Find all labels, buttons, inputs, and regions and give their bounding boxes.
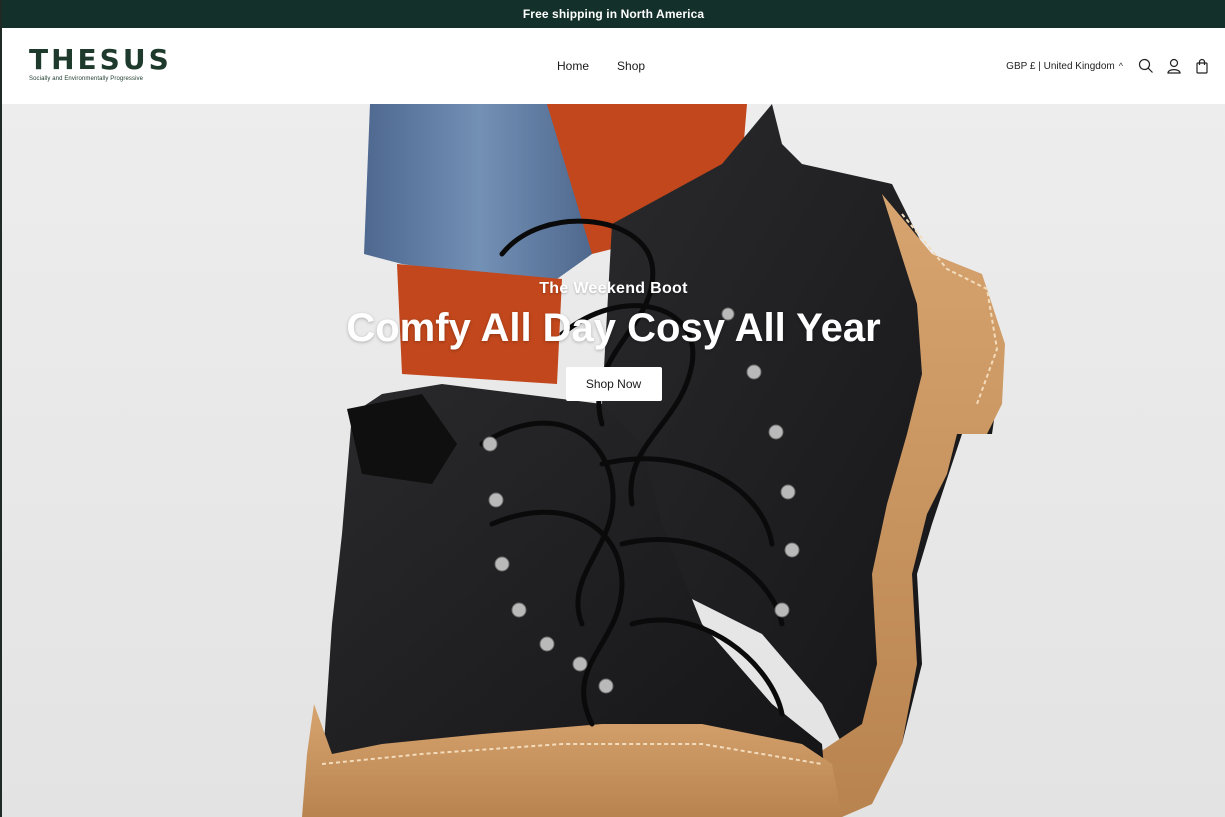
account-icon[interactable]	[1165, 57, 1183, 75]
announcement-bar: Free shipping in North America	[2, 0, 1225, 28]
announcement-text: Free shipping in North America	[522, 7, 705, 21]
hero-content: The Weekend Boot Comfy All Day Cosy All …	[2, 104, 1225, 401]
nav-item-home[interactable]: Home	[557, 59, 589, 73]
main-nav: Home Shop	[557, 28, 645, 104]
brand-name: THESUS	[29, 43, 172, 76]
hero-title: Comfy All Day Cosy All Year	[346, 306, 881, 350]
locale-label: GBP £ | United Kingdom	[1006, 60, 1115, 72]
nav-item-shop[interactable]: Shop	[617, 59, 645, 73]
page: Free shipping in North America THESUS So…	[0, 0, 1225, 817]
chevron-up-icon: ^	[1118, 61, 1123, 71]
search-icon[interactable]	[1137, 57, 1155, 75]
locale-selector[interactable]: GBP £ | United Kingdom ^	[1006, 61, 1123, 72]
cart-icon[interactable]	[1193, 57, 1211, 75]
hero-banner: The Weekend Boot Comfy All Day Cosy All …	[2, 104, 1225, 817]
site-header: THESUS Socially and Environmentally Prog…	[2, 28, 1225, 104]
brand-logo[interactable]: THESUS Socially and Environmentally Prog…	[29, 46, 169, 86]
hero-subtitle: The Weekend Boot	[539, 280, 688, 297]
brand-tagline: Socially and Environmentally Progressive	[29, 76, 144, 82]
header-utilities: GBP £ | United Kingdom ^	[1006, 28, 1211, 104]
shop-now-button[interactable]: Shop Now	[565, 367, 662, 401]
